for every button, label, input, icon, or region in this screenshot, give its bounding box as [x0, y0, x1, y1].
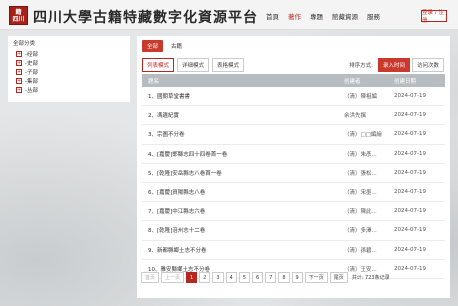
header-bar: 籍四川 四川大學古籍特藏數字化資源平台 首頁 著作 專題 館藏資源 服務 登录 / 注册 — [0, 0, 458, 30]
cell-title[interactable]: 6、[嘉慶]資陽縣志八卷 — [142, 188, 344, 196]
logo-glyph: 籍四川 — [12, 8, 25, 23]
page-button-4[interactable]: 4 — [225, 272, 237, 283]
expand-plus-icon[interactable]: + — [16, 68, 22, 75]
cell-author: （清）□□編繪 — [344, 132, 382, 139]
sort-label: 排序方式: — [349, 63, 373, 69]
expand-plus-icon[interactable]: + — [16, 50, 22, 57]
table-row[interactable]: 8、[乾隆]涪州志十二卷 （清）多澤... 2024-07-19 — [142, 221, 445, 241]
page-button-7[interactable]: 7 — [265, 272, 277, 283]
expand-plus-icon[interactable]: + — [16, 59, 22, 66]
first-page-button[interactable]: 首页 — [141, 272, 160, 283]
last-page-button[interactable]: 尾页 — [329, 272, 348, 283]
page-button-8[interactable]: 8 — [278, 272, 290, 283]
table-row[interactable]: 9、新都縣鄉土志不分卷 （清）孫碧... 2024-07-19 — [142, 241, 445, 260]
view-mode-button-0[interactable]: 列表模式 — [142, 58, 175, 72]
view-mode-button-2[interactable]: 表格模式 — [212, 58, 245, 72]
pagination: 首页 上一页 1 2 3 4 5 6 7 8 9 下一页 尾页 共计: 723条记录 — [141, 272, 390, 283]
tab-0[interactable]: 全部 — [142, 40, 164, 52]
header-date: 创建日期 — [394, 78, 417, 85]
tree-item-label: -史部 — [25, 60, 38, 67]
tab-1[interactable]: 古籍 — [166, 40, 187, 52]
page-button-2[interactable]: 2 — [199, 272, 211, 283]
cell-date: 2024-07-19 — [394, 169, 426, 176]
table-row[interactable]: 3、宗圖不分卷 （清）□□編繪 2024-07-19 — [142, 125, 445, 145]
cell-author: （清）宋墨... — [344, 190, 377, 197]
nav-item-2[interactable]: 專題 — [310, 11, 323, 21]
nav-item-3[interactable]: 館藏資源 — [332, 11, 358, 21]
tree-item-4[interactable]: + -丛部 — [13, 85, 125, 94]
cell-author: （清）朱彥... — [344, 151, 377, 158]
tree-item-label: -集部 — [25, 78, 38, 85]
cell-title[interactable]: 2、馮遺紀實 — [142, 111, 344, 119]
cell-author: 余洪先撰 — [344, 113, 367, 120]
nav-item-4[interactable]: 服務 — [367, 11, 380, 21]
tree-item-0[interactable]: + -经部 — [13, 49, 125, 58]
table-row[interactable]: 7、[嘉慶]中江縣志六卷 （清）陳此... 2024-07-19 — [142, 202, 445, 222]
header-author: 创建者 — [344, 78, 361, 85]
table-header: 题名 创建者 创建日期 — [142, 74, 445, 87]
view-mode-group: 列表模式 详细模式 表格模式 — [142, 58, 247, 72]
cell-date: 2024-07-19 — [394, 246, 426, 253]
prev-page-button[interactable]: 上一页 — [161, 272, 185, 283]
tree-item-label: -经部 — [25, 51, 38, 58]
cell-title[interactable]: 1、國朝草堂書書 — [142, 92, 344, 100]
tree-item-label: -子部 — [25, 69, 38, 76]
tree-item-1[interactable]: + -史部 — [13, 58, 125, 67]
site-logo[interactable]: 籍四川 — [9, 6, 28, 25]
cell-date: 2024-07-19 — [394, 131, 426, 138]
view-mode-button-1[interactable]: 详细模式 — [177, 58, 210, 72]
cell-author: （清）陳祖編 — [344, 94, 378, 101]
login-button[interactable]: 登录 / 注册 — [421, 10, 447, 24]
page-button-3[interactable]: 3 — [212, 272, 224, 283]
page-button-5[interactable]: 5 — [238, 272, 250, 283]
tree-item-2[interactable]: + -子部 — [13, 67, 125, 76]
site-title: 四川大學古籍特藏數字化資源平台 — [33, 10, 258, 26]
tree-root-label[interactable]: 全部分类 — [13, 39, 125, 47]
page-button-9[interactable]: 9 — [291, 272, 303, 283]
sort-area: 排序方式: 录入时间 访问次数 — [349, 58, 444, 72]
cell-date: 2024-07-19 — [394, 93, 426, 100]
tree-item-3[interactable]: + -集部 — [13, 76, 125, 85]
page-button-1[interactable]: 1 — [186, 272, 198, 283]
cell-title[interactable]: 5、[乾隆]安岳縣志八卷首一卷 — [142, 169, 344, 177]
category-tree: 全部分类 + -经部 + -史部 + -子部 + -集部 + -丛部 — [8, 36, 130, 102]
cell-author: （清）孫碧... — [344, 247, 377, 254]
cell-title[interactable]: 7、[嘉慶]中江縣志六卷 — [142, 207, 344, 215]
cell-title[interactable]: 8、[乾隆]涪州志十二卷 — [142, 226, 344, 234]
cell-author: （清）張松... — [344, 170, 377, 177]
page-button-6[interactable]: 6 — [251, 272, 264, 283]
cell-author: （清）多澤... — [344, 228, 377, 235]
main-nav: 首頁 著作 專題 館藏資源 服務 — [266, 11, 389, 21]
table-row[interactable]: 5、[乾隆]安岳縣志八卷首一卷 （清）張松... 2024-07-19 — [142, 164, 445, 183]
cell-date: 2024-07-19 — [394, 112, 426, 119]
cell-author: （清）陳此... — [344, 209, 377, 216]
header-name: 题名 — [148, 78, 160, 85]
table-row[interactable]: 1、國朝草堂書書 （清）陳祖編 2024-07-19 — [142, 87, 445, 107]
next-page-button[interactable]: 下一页 — [304, 272, 328, 283]
expand-plus-icon[interactable]: + — [16, 86, 22, 93]
cell-title[interactable]: 4、[嘉慶]邯縣志四十四卷首一卷 — [142, 150, 344, 158]
cell-date: 2024-07-19 — [394, 208, 426, 215]
cell-date: 2024-07-19 — [394, 150, 426, 157]
cell-title[interactable]: 9、新都縣鄉土志不分卷 — [142, 246, 344, 254]
sort-option-1[interactable]: 访问次数 — [411, 58, 444, 72]
expand-plus-icon[interactable]: + — [16, 77, 22, 84]
nav-item-1[interactable]: 著作 — [288, 11, 301, 21]
cell-date: 2024-07-19 — [394, 227, 426, 234]
nav-item-0[interactable]: 首頁 — [266, 11, 279, 21]
table-row[interactable]: 2、馮遺紀實 余洪先撰 2024-07-19 — [142, 106, 445, 126]
main-content: 全部 古籍 列表模式 详细模式 表格模式 排序方式: 录入时间 访问次数 题名 创建者 … — [137, 36, 450, 298]
results-table: 题名 创建者 创建日期 1、國朝草堂書書 （清）陳祖編 2024-07-19 2、馮遺… — [142, 74, 445, 279]
total-count: 共计: 723条记录 — [351, 275, 390, 281]
cell-title[interactable]: 3、宗圖不分卷 — [142, 130, 344, 138]
table-row[interactable]: 6、[嘉慶]資陽縣志八卷 （清）宋墨... 2024-07-19 — [142, 183, 445, 203]
cell-date: 2024-07-19 — [394, 265, 426, 272]
tree-item-label: -丛部 — [25, 87, 38, 94]
filter-tabs: 全部 古籍 — [142, 40, 190, 52]
table-row[interactable]: 4、[嘉慶]邯縣志四十四卷首一卷 （清）朱彥... 2024-07-19 — [142, 145, 445, 164]
sort-option-0[interactable]: 录入时间 — [377, 58, 410, 72]
cell-date: 2024-07-19 — [394, 189, 426, 196]
